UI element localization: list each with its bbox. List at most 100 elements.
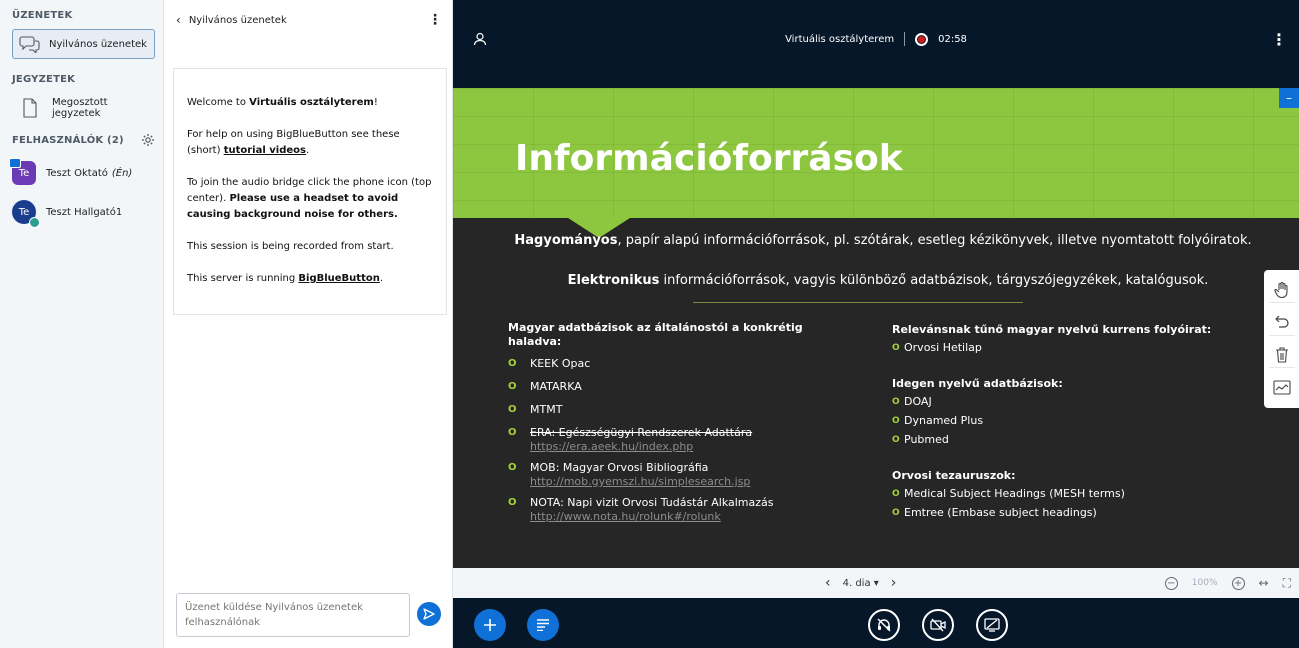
user-name: Teszt Hallgató1 bbox=[46, 206, 123, 218]
list-item: Medical Subject Headings (MESH terms) bbox=[892, 487, 1252, 501]
right-heading: Relevánsnak tűnő magyar nyelvű kurrens f… bbox=[892, 323, 1212, 336]
right-list: Orvosi Hetilap bbox=[892, 341, 1252, 355]
zoom-level[interactable]: 100% bbox=[1192, 578, 1218, 588]
server-text: . bbox=[379, 273, 384, 284]
slide-navigation: ‹ 4. dia ▾ › bbox=[825, 575, 896, 591]
intro-bold: Elektronikus bbox=[567, 273, 660, 288]
user-name: Teszt Oktató bbox=[46, 167, 108, 179]
fullscreen-icon[interactable]: ⛶ bbox=[1283, 576, 1291, 591]
list-item: MATARKA bbox=[508, 380, 848, 394]
next-slide-chevron-icon[interactable]: › bbox=[891, 575, 897, 591]
actions-bar bbox=[453, 598, 1299, 648]
users-section-title: FELHASZNÁLÓK (2) bbox=[12, 134, 124, 146]
messages-section-title: ÜZENETEK bbox=[12, 10, 73, 21]
list-item: Emtree (Embase subject headings) bbox=[892, 506, 1252, 520]
chevron-left-icon[interactable]: ‹ bbox=[176, 13, 181, 27]
avatar: Te bbox=[9, 158, 36, 185]
share-webcam-button[interactable] bbox=[922, 609, 954, 641]
chat-panel: ‹ Nyilvános üzenetek ⋮ Welcome to Virtuá… bbox=[164, 0, 453, 648]
slide-right-column: Relevánsnak tűnő magyar nyelvű kurrens f… bbox=[892, 323, 1252, 520]
user-item-student[interactable]: Te Teszt Hallgató1 bbox=[0, 200, 163, 228]
actions-plus-button[interactable] bbox=[474, 609, 506, 641]
right-list: Medical Subject Headings (MESH terms) Em… bbox=[892, 487, 1252, 520]
slide-page-select[interactable]: 4. dia ▾ bbox=[843, 578, 879, 589]
join-audio-button[interactable] bbox=[868, 609, 900, 641]
list-item-link[interactable]: http://www.nota.hu/rolunk#/rolunk bbox=[530, 510, 721, 523]
welcome-message: Welcome to Virtuális osztályterem! For h… bbox=[173, 68, 447, 315]
minimize-presentation-button[interactable]: – bbox=[1279, 88, 1299, 108]
avatar-initials: Te bbox=[18, 167, 30, 179]
send-icon bbox=[423, 608, 435, 620]
list-icon bbox=[537, 619, 549, 631]
server-text: This server is running bbox=[187, 273, 299, 284]
list-item: NOTA: Napi vizit Orvosi Tudástár Alkalma… bbox=[508, 496, 848, 524]
trash-icon[interactable] bbox=[1268, 342, 1295, 369]
zoom-in-icon[interactable]: + bbox=[1231, 576, 1245, 590]
intro-text: információforrások, vagyis különböző ada… bbox=[659, 273, 1209, 288]
fit-width-icon[interactable]: ↔ bbox=[1259, 576, 1269, 590]
presentation-slide[interactable]: Információforrások – Hagyományos, papír … bbox=[453, 88, 1299, 568]
screenshare-off-icon bbox=[984, 618, 1000, 632]
zoom-controls: − 100% + ↔ ⛶ bbox=[1164, 576, 1291, 591]
left-list: KEEK Opac MATARKA MTMT ERA: Egészségügyi… bbox=[508, 357, 848, 524]
recording-indicator-icon[interactable] bbox=[915, 32, 929, 46]
list-item-link[interactable]: https://era.aeek.hu/index.php bbox=[530, 440, 693, 453]
intro-text: , papír alapú információforrások, pl. sz… bbox=[617, 233, 1252, 248]
left-heading: Magyar adatbázisok az általánostól a kon… bbox=[508, 321, 803, 348]
welcome-text: Welcome to bbox=[187, 97, 250, 108]
slide-divider bbox=[693, 302, 1023, 303]
hand-tool-icon[interactable] bbox=[1268, 277, 1295, 304]
public-chat-label: Nyilvános üzenetek bbox=[49, 38, 147, 50]
bigbluebutton-link[interactable]: BigBlueButton bbox=[298, 273, 379, 284]
chat-options-kebab-icon[interactable]: ⋮ bbox=[428, 12, 442, 28]
video-off-icon bbox=[930, 618, 946, 632]
chat-title[interactable]: Nyilvános üzenetek bbox=[189, 15, 287, 26]
avatar: Te bbox=[12, 200, 40, 228]
multi-user-whiteboard-icon[interactable] bbox=[1269, 375, 1295, 401]
presentation-toolbar: ‹ 4. dia ▾ › − 100% + ↔ ⛶ bbox=[453, 568, 1299, 598]
presenter-icon bbox=[9, 158, 21, 168]
tutorial-videos-link[interactable]: tutorial videos bbox=[224, 145, 306, 156]
nav-bar: Virtuális osztályterem 02:58 ⋮ bbox=[453, 0, 1299, 80]
chat-message-input[interactable] bbox=[176, 593, 410, 637]
shared-notes-item[interactable]: Megosztott jegyzetek bbox=[0, 97, 163, 119]
right-heading: Orvosi tezauruszok: bbox=[892, 469, 1016, 482]
options-kebab-icon[interactable]: ⋮ bbox=[1271, 30, 1287, 49]
slide-intro-electronic: Elektronikus információforrások, vagyis … bbox=[493, 272, 1283, 289]
slide-page-label: 4. dia bbox=[842, 577, 871, 589]
slide-left-column: Magyar adatbázisok az általánostól a kon… bbox=[508, 321, 848, 524]
list-item: DOAJ bbox=[892, 395, 1252, 409]
previous-slide-chevron-icon[interactable]: ‹ bbox=[825, 575, 831, 591]
divider bbox=[904, 32, 906, 46]
list-item-link[interactable]: http://mob.gyemszi.hu/simplesearch.jsp bbox=[530, 475, 750, 488]
captions-button[interactable] bbox=[527, 609, 559, 641]
slide-title: Információforrások bbox=[515, 138, 903, 179]
notes-section-title: JEGYZETEK bbox=[12, 74, 76, 85]
help-text: . bbox=[305, 145, 310, 156]
user-list-sidebar: ÜZENETEK Nyilvános üzenetek JEGYZETEK Me… bbox=[0, 0, 164, 648]
list-item: Orvosi Hetilap bbox=[892, 341, 1252, 355]
zoom-out-icon[interactable]: − bbox=[1164, 576, 1178, 590]
gear-icon[interactable] bbox=[141, 133, 155, 147]
list-item: ERA: Egészségügyi Rendszerek Adattára ht… bbox=[508, 426, 848, 454]
audio-line: To join the audio bridge click the phone… bbox=[187, 175, 434, 223]
whiteboard-toolbar bbox=[1264, 270, 1299, 408]
list-item: Dynamed Plus bbox=[892, 414, 1252, 428]
public-chat-item[interactable]: Nyilvános üzenetek bbox=[12, 29, 155, 59]
share-screen-button[interactable] bbox=[976, 609, 1008, 641]
chat-header: ‹ Nyilvános üzenetek ⋮ bbox=[164, 0, 452, 40]
intro-bold: Hagyományos bbox=[514, 233, 618, 248]
recording-text: This session is being recorded from star… bbox=[187, 241, 394, 252]
send-message-button[interactable] bbox=[417, 602, 441, 626]
shared-notes-label: Megosztott jegyzetek bbox=[52, 97, 108, 119]
right-list: DOAJ Dynamed Plus Pubmed bbox=[892, 395, 1252, 447]
welcome-room-name: Virtuális osztályterem bbox=[249, 97, 374, 108]
list-item: Pubmed bbox=[892, 433, 1252, 447]
user-item-teacher[interactable]: Te Teszt Oktató (Én) bbox=[0, 158, 163, 185]
help-line: For help on using BigBlueButton see thes… bbox=[187, 127, 434, 159]
document-icon bbox=[23, 98, 37, 118]
list-item-text: MOB: Magyar Orvosi Bibliográfia bbox=[530, 461, 709, 474]
undo-icon[interactable] bbox=[1268, 310, 1295, 336]
list-item: MOB: Magyar Orvosi Bibliográfia http://m… bbox=[508, 461, 848, 489]
headset-muted-icon bbox=[877, 618, 891, 632]
